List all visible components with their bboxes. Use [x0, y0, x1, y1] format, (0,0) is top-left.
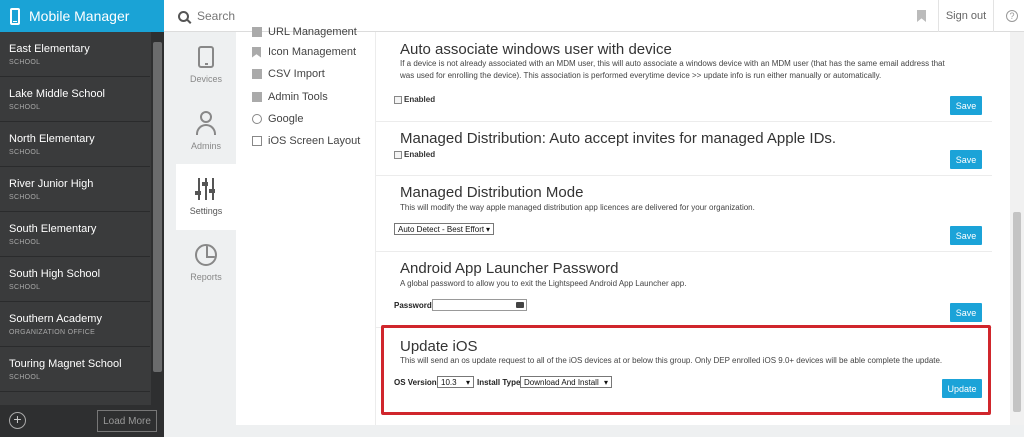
school-name: South High School — [9, 268, 101, 280]
section-description: This will modify the way apple managed d… — [400, 203, 755, 212]
section-title: Managed Distribution Mode — [400, 184, 584, 201]
school-name: Touring Magnet School — [9, 358, 122, 370]
nav-devices[interactable]: Devices — [176, 32, 236, 98]
school-type: SCHOOL — [9, 239, 41, 246]
sliders-icon — [195, 178, 217, 200]
enabled-checkbox[interactable]: Enabled — [394, 150, 435, 159]
nav-label: Devices — [189, 74, 222, 84]
nav-label: Settings — [189, 206, 223, 216]
school-item[interactable]: Lake Middle School SCHOOL — [0, 77, 150, 122]
dropdown-arrow-icon: ▾ — [485, 224, 490, 234]
sidebar-scrollbar[interactable] — [151, 32, 164, 405]
section-android-password: Android App Launcher Password A global p… — [376, 252, 992, 328]
submenu-admin-tools[interactable]: Admin Tools — [252, 89, 328, 105]
school-type: ORGANIZATION OFFICE — [9, 329, 96, 336]
section-auto-associate: Auto associate windows user with device … — [376, 32, 992, 122]
section-managed-invites: Managed Distribution: Auto accept invite… — [376, 122, 992, 176]
content-scrollbar[interactable] — [1010, 32, 1024, 425]
highlight-box — [381, 325, 991, 415]
pie-chart-icon — [195, 244, 217, 266]
app-title: Mobile Manager — [29, 8, 130, 24]
save-button[interactable]: Save — [950, 226, 982, 245]
section-description: If a device is not already associated wi… — [400, 59, 945, 80]
add-group-button[interactable]: + — [9, 412, 26, 429]
school-name: River Junior High — [9, 178, 94, 190]
google-icon — [252, 114, 262, 124]
school-type: SCHOOL — [9, 104, 41, 111]
submenu-csv-import[interactable]: CSV Import — [252, 66, 325, 82]
content-scroll-thumb[interactable] — [1013, 212, 1021, 412]
school-item[interactable]: North Elementary SCHOOL — [0, 122, 150, 167]
school-type: SCHOOL — [9, 374, 41, 381]
submenu-google[interactable]: Google — [252, 111, 303, 127]
school-name: Lake Middle School — [9, 88, 106, 100]
section-title: Auto associate windows user with device — [400, 41, 672, 58]
main-nav: Devices Admins Settings Reports — [176, 32, 236, 437]
school-item[interactable]: East Elementary SCHOOL — [0, 32, 150, 77]
password-input[interactable] — [432, 299, 527, 311]
nav-settings[interactable]: Settings — [176, 164, 236, 230]
tools-icon — [252, 92, 262, 102]
save-button[interactable]: Save — [950, 303, 982, 322]
bookmark-icon — [252, 46, 261, 58]
school-name: North Elementary — [9, 133, 95, 145]
school-item[interactable]: South Elementary SCHOOL — [0, 212, 150, 257]
section-title: Managed Distribution: Auto accept invite… — [400, 130, 837, 147]
checkbox-box[interactable] — [394, 150, 402, 159]
section-managed-mode: Managed Distribution Mode This will modi… — [376, 176, 992, 252]
submenu-ios-screen-layout[interactable]: iOS Screen Layout — [252, 133, 360, 149]
school-list: East Elementary SCHOOL Lake Middle School… — [0, 32, 150, 405]
link-icon — [252, 27, 262, 37]
submenu-icon-management[interactable]: Icon Management — [252, 44, 356, 60]
keyboard-icon — [516, 302, 524, 308]
bookmark-icon[interactable] — [917, 10, 926, 22]
search-box[interactable]: Search — [178, 0, 235, 32]
save-button[interactable]: Save — [950, 150, 982, 169]
school-item[interactable]: South High School SCHOOL — [0, 257, 150, 302]
search-input[interactable]: Search — [197, 9, 235, 23]
password-label: Password — [394, 301, 432, 310]
top-bar: Mobile Manager Search Sign out ? — [0, 0, 1024, 32]
submenu-url-management[interactable]: URL Management — [252, 24, 357, 40]
school-item[interactable]: Southern Academy ORGANIZATION OFFICE — [0, 302, 150, 347]
tablet-icon — [198, 46, 214, 68]
grid-icon — [252, 136, 262, 146]
sign-out-button[interactable]: Sign out — [938, 0, 994, 32]
school-name: East Elementary — [9, 43, 90, 55]
school-type: SCHOOL — [9, 59, 41, 66]
distribution-mode-select[interactable]: Auto Detect - Best Effort ▾ — [394, 223, 494, 235]
search-icon — [178, 10, 189, 22]
help-icon[interactable]: ? — [1006, 10, 1018, 22]
section-description: A global password to allow you to exit t… — [400, 279, 687, 288]
mobile-device-icon — [10, 7, 20, 25]
nav-label: Reports — [190, 272, 222, 282]
school-type: SCHOOL — [9, 284, 41, 291]
school-sidebar: East Elementary SCHOOL Lake Middle School… — [0, 32, 164, 437]
save-button[interactable]: Save — [950, 96, 982, 115]
nav-reports[interactable]: Reports — [176, 230, 236, 296]
settings-submenu: URL Management Icon Management CSV Impor… — [236, 26, 376, 425]
bottom-gutter — [236, 425, 1024, 437]
school-item[interactable]: Touring Magnet School SCHOOL — [0, 347, 150, 392]
nav-label: Admins — [190, 141, 221, 151]
school-name: South Elementary — [9, 223, 97, 235]
nav-admins[interactable]: Admins — [176, 98, 236, 164]
school-type: SCHOOL — [9, 149, 41, 156]
school-item[interactable]: River Junior High SCHOOL — [0, 167, 150, 212]
school-name: Southern Academy — [9, 313, 102, 325]
load-more-button[interactable]: Load More — [97, 410, 157, 432]
school-type: SCHOOL — [9, 194, 41, 201]
user-icon — [195, 111, 217, 135]
sidebar-footer: + Load More — [0, 405, 164, 437]
sidebar-scroll-thumb[interactable] — [153, 42, 162, 372]
file-icon — [252, 69, 262, 79]
section-title: Android App Launcher Password — [400, 260, 619, 277]
checkbox-box[interactable] — [394, 95, 402, 104]
app-brand[interactable]: Mobile Manager — [0, 0, 164, 32]
enabled-checkbox[interactable]: Enabled — [394, 95, 435, 104]
